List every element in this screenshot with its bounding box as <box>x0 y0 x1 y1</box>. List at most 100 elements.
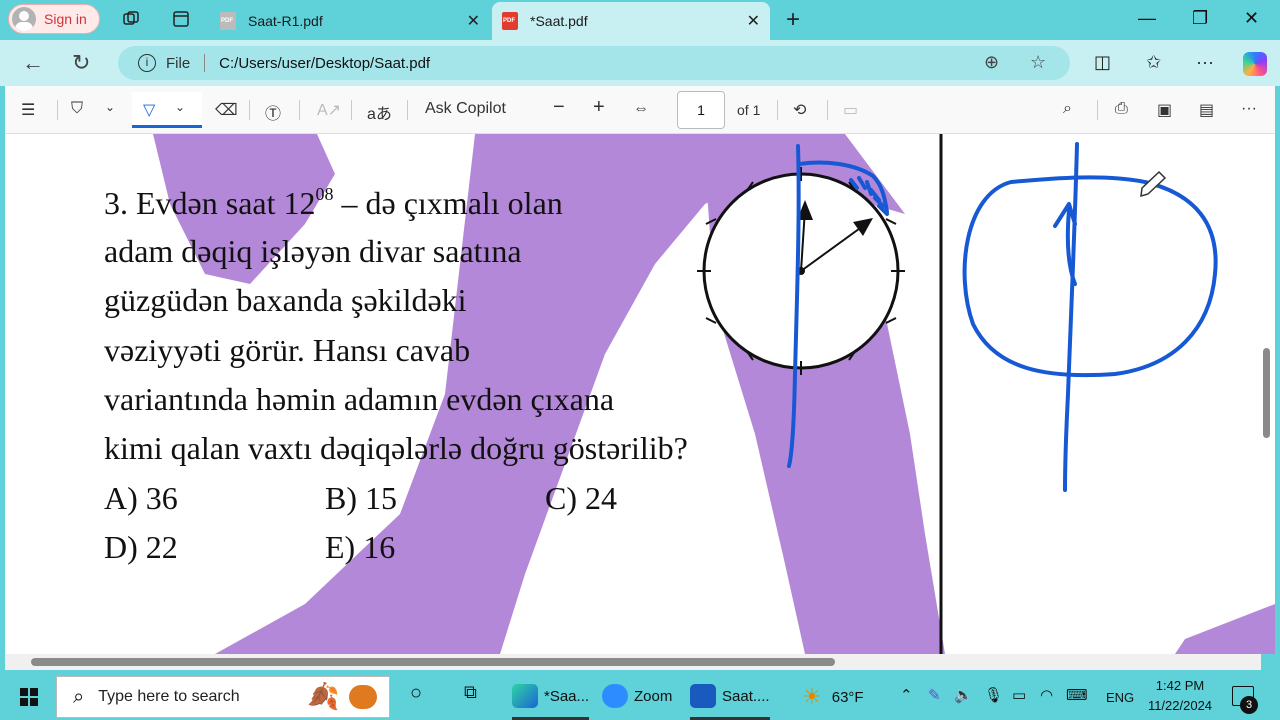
option-c: C) 24 <box>545 480 617 516</box>
vertical-scroll-thumb[interactable] <box>1263 348 1270 438</box>
tab-bar: Sign in Saat-R1.pdf ✕ *Saat.pdf ✕ + — ❐ … <box>0 0 1280 40</box>
scheme-label: File <box>166 54 191 72</box>
chevron-down-icon[interactable]: ⌄ <box>175 100 185 114</box>
question-line-3: güzgüdən baxanda şəkildəki <box>104 282 467 318</box>
back-icon[interactable]: ← <box>22 50 44 76</box>
notification-count-badge: 3 <box>1240 696 1258 714</box>
pdf-page[interactable]: 3. Evdən saat 1208 – də çıxmalı olan ada… <box>5 134 1275 654</box>
sign-in-button[interactable]: Sign in <box>8 4 100 34</box>
search-icon: ⌕ <box>73 685 85 708</box>
zoom-in-icon[interactable]: + <box>593 96 605 119</box>
zoom-icon <box>602 684 628 708</box>
option-e: E) 16 <box>325 529 396 565</box>
edge-icon <box>512 684 538 708</box>
weather-sun-icon: ☀ <box>802 684 822 709</box>
task-view-icon[interactable]: ○ <box>410 682 422 705</box>
url-text[interactable]: C:/Users/user/Desktop/Saat.pdf <box>219 55 430 72</box>
info-icon[interactable]: i <box>138 54 156 72</box>
battery-icon[interactable]: ▭ <box>1012 686 1026 704</box>
pdf-file-icon <box>220 12 236 30</box>
print-icon[interactable]: ⎙ <box>1115 100 1128 118</box>
taskbar-app-word[interactable]: Saat.... <box>690 684 770 720</box>
divider <box>1097 100 1098 120</box>
divider <box>204 54 206 72</box>
more-options-icon[interactable]: ··· <box>1196 52 1214 73</box>
tab-saat-r1[interactable]: Saat-R1.pdf ✕ <box>210 2 490 40</box>
windows-start-icon[interactable] <box>20 688 38 706</box>
contents-list-icon[interactable]: ☰ <box>21 100 35 120</box>
taskbar-app-zoom[interactable]: Zoom <box>602 684 672 708</box>
fit-width-icon[interactable]: ⇔ <box>633 100 649 118</box>
question-line-2: adam dəqiq işləyən divar saatına <box>104 233 522 269</box>
tab-saat[interactable]: *Saat.pdf ✕ <box>492 2 770 40</box>
restore-icon[interactable]: ❐ <box>1192 8 1208 29</box>
save-icon[interactable]: ▣ <box>1157 100 1172 120</box>
taskbar-app-edge[interactable]: *Saa... <box>512 684 590 720</box>
chevron-down-icon[interactable]: ⌄ <box>105 100 115 114</box>
page-total-label: of 1 <box>737 102 761 118</box>
eraser-icon[interactable]: ⌫ <box>215 100 238 120</box>
copilot-icon[interactable] <box>1243 52 1267 76</box>
page-number-input[interactable]: 1 <box>677 91 725 129</box>
sign-in-label: Sign in <box>44 11 87 27</box>
taskbar: ⌕ Type here to search 🍂 ○ ⧉ *Saa... Zoom… <box>0 672 1280 720</box>
rotate-icon[interactable]: ⟲ <box>793 100 806 120</box>
clock-time: 1:42 PM <box>1155 678 1205 693</box>
ask-copilot-button[interactable]: Ask Copilot <box>425 100 506 118</box>
page-view-icon: ▭ <box>843 102 859 119</box>
text-box-icon[interactable]: Ⓣ <box>265 100 281 124</box>
search-icon[interactable]: ⌕ <box>1063 100 1072 118</box>
weather-widget[interactable]: ☀ 63°F <box>802 684 864 710</box>
refresh-icon[interactable]: ↻ <box>72 50 90 76</box>
taskbar-clock[interactable]: 1:42 PM 11/22/2024 <box>1138 676 1222 716</box>
more-actions-icon[interactable]: ··· <box>1241 100 1257 118</box>
new-tab-icon[interactable]: + <box>786 6 800 34</box>
tab-actions-icon[interactable] <box>172 10 190 28</box>
divider <box>351 100 352 120</box>
horizontal-scrollbar[interactable] <box>5 654 1261 670</box>
divider <box>299 100 300 120</box>
close-window-icon[interactable]: ✕ <box>1244 8 1259 29</box>
vertical-scrollbar[interactable] <box>1261 140 1271 654</box>
zoom-out-icon[interactable]: − <box>553 96 565 119</box>
address-bar-row: ← ↻ i File C:/Users/user/Desktop/Saat.pd… <box>0 40 1280 86</box>
keyboard-icon[interactable]: ⌨ <box>1066 686 1088 704</box>
divider <box>407 100 408 120</box>
read-aloud-icon: A↗ <box>317 102 342 119</box>
divider <box>57 100 58 120</box>
volume-icon[interactable]: 🔈 <box>954 686 973 704</box>
wifi-icon[interactable]: ◠ <box>1040 686 1053 704</box>
favorite-star-icon[interactable]: ☆ <box>1030 52 1046 73</box>
taskbar-search-box[interactable]: ⌕ Type here to search 🍂 <box>56 676 390 718</box>
address-bar[interactable]: i File C:/Users/user/Desktop/Saat.pdf ⊕ … <box>118 46 1070 80</box>
option-d: D) 22 <box>104 529 178 565</box>
zoom-icon[interactable]: ⊕ <box>984 52 999 73</box>
pen-tray-icon[interactable]: ✎ <box>928 686 941 704</box>
workspaces-icon[interactable] <box>122 10 140 28</box>
save-as-icon[interactable]: ▤ <box>1199 100 1214 120</box>
horizontal-scroll-thumb[interactable] <box>31 658 835 666</box>
word-icon <box>690 684 716 708</box>
language-indicator[interactable]: ENG <box>1106 690 1134 705</box>
show-hidden-icons[interactable]: ⌃ <box>900 686 913 704</box>
translate-icon[interactable]: aあ <box>367 100 392 124</box>
pen-cursor-icon <box>1140 170 1167 198</box>
option-a: A) 36 <box>104 480 178 516</box>
split-screen-icon[interactable]: ◫ <box>1094 52 1111 73</box>
tab-title: Saat-R1.pdf <box>248 13 323 29</box>
question-line-5: variantında həmin adamın evdən çıxana <box>104 381 615 417</box>
widgets-icon[interactable]: ⧉ <box>464 682 477 703</box>
pdf-file-icon <box>502 12 518 30</box>
draw-pen-icon[interactable]: ▽ <box>143 100 155 120</box>
close-tab-icon[interactable]: ✕ <box>747 11 760 31</box>
option-b: B) 15 <box>325 480 397 516</box>
favorites-icon[interactable]: ✩ <box>1146 52 1161 73</box>
minimize-icon[interactable]: — <box>1138 8 1156 29</box>
pumpkin-icon <box>349 685 377 709</box>
avatar-icon <box>12 7 36 31</box>
close-tab-icon[interactable]: ✕ <box>467 11 480 31</box>
highlight-icon[interactable]: ⛉ <box>71 100 83 118</box>
question-text: 3. Evdən saat 12 <box>104 185 316 221</box>
microphone-icon[interactable]: 🎙 <box>984 686 1003 704</box>
question-line-4: vəziyyəti görür. Hansı cavab <box>104 332 471 368</box>
